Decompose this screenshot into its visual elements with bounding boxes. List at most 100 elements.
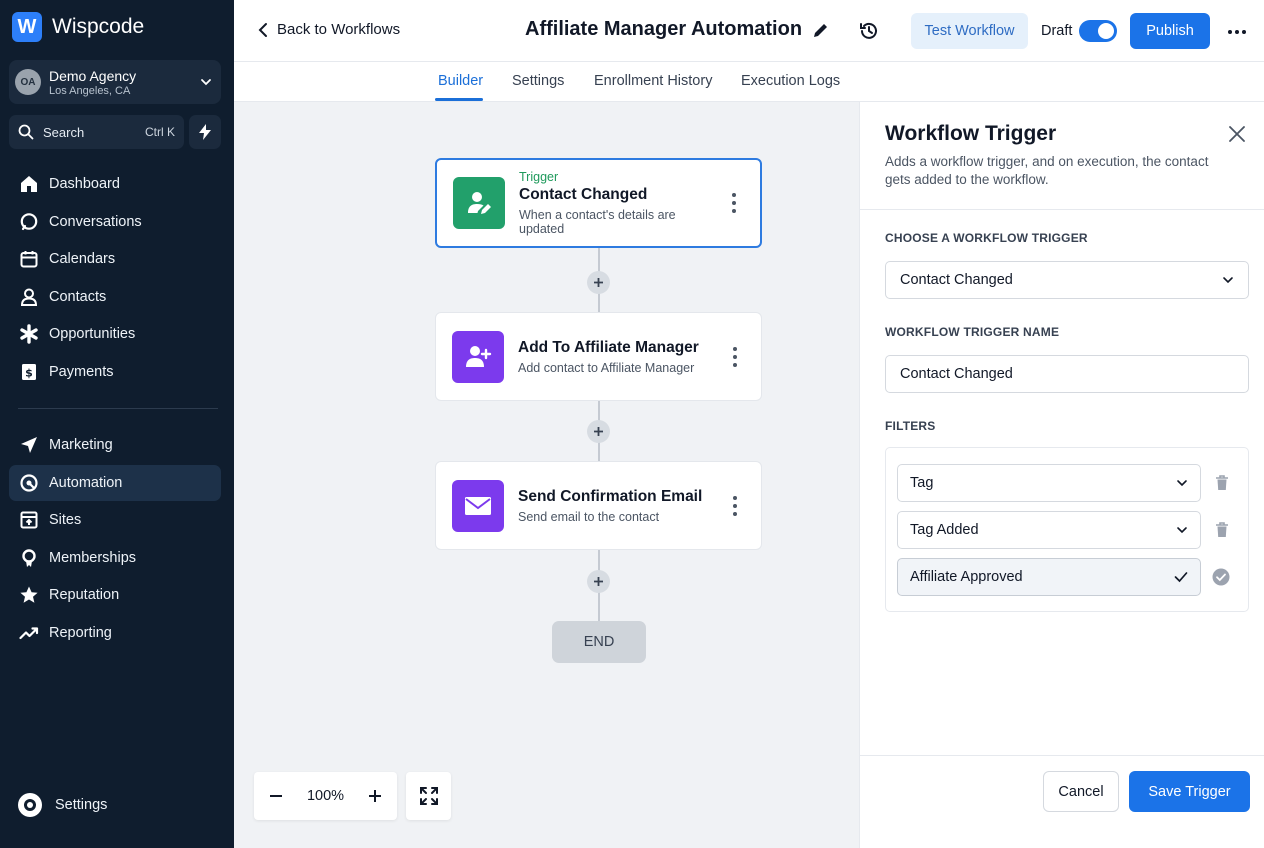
trigger-node[interactable]: Trigger Contact Changed When a contact's… [435, 158, 762, 248]
node-eyebrow: Trigger [519, 170, 559, 184]
tab-execution-logs[interactable]: Execution Logs [741, 73, 840, 89]
zoom-in-icon[interactable] [367, 788, 383, 804]
end-node: END [552, 621, 646, 663]
history-icon[interactable] [858, 20, 880, 42]
trigger-type-value: Contact Changed [900, 272, 1013, 288]
plus-icon [594, 427, 603, 436]
chevron-down-icon [1177, 527, 1187, 534]
back-label: Back to Workflows [277, 21, 401, 38]
sidebar-item-sites[interactable]: Sites [9, 502, 221, 538]
sidebar-item-contacts[interactable]: Contacts [9, 279, 221, 315]
tab-enrollment-history[interactable]: Enrollment History [594, 73, 712, 89]
check-circle-icon[interactable] [1212, 568, 1230, 586]
trash-icon[interactable] [1215, 522, 1229, 538]
sidebar-item-label: Memberships [49, 549, 137, 566]
automation-icon [18, 472, 40, 494]
brand-name: Wispcode [52, 15, 145, 38]
sidebar-item-calendars[interactable]: Calendars [9, 241, 221, 277]
send-icon [18, 434, 40, 456]
search-button[interactable]: Search Ctrl K [9, 115, 184, 149]
add-step-button[interactable] [587, 271, 610, 294]
node-subtitle: When a contact's details are updated [519, 208, 676, 236]
add-step-button[interactable] [587, 420, 610, 443]
chevron-down-icon [201, 79, 211, 86]
sidebar-item-memberships[interactable]: Memberships [9, 540, 221, 576]
trigger-type-select[interactable]: Contact Changed [885, 261, 1249, 299]
tab-settings[interactable]: Settings [512, 73, 564, 89]
choose-trigger-label: CHOOSE A WORKFLOW TRIGGER [885, 231, 1088, 245]
sidebar-item-label: Sites [49, 512, 82, 529]
sidebar-item-label: Marketing [49, 437, 113, 453]
brand[interactable]: W Wispcode [12, 12, 144, 42]
check-icon [1174, 572, 1188, 583]
filters-label: FILTERS [885, 419, 936, 433]
filter-value-select[interactable]: Affiliate Approved [897, 558, 1201, 596]
sidebar-item-settings[interactable]: Settings [16, 791, 107, 819]
gear-icon [18, 793, 42, 817]
trend-icon [18, 622, 40, 644]
bolt-icon [199, 124, 211, 140]
fit-to-screen-button[interactable] [406, 772, 451, 820]
active-tab-indicator [435, 98, 483, 101]
trash-icon[interactable] [1215, 475, 1229, 491]
asterisk-icon [18, 323, 40, 345]
zoom-level: 100% [306, 788, 345, 804]
sidebar-item-label: Settings [55, 797, 108, 813]
node-menu-icon[interactable] [722, 193, 746, 213]
more-options-icon[interactable] [1227, 22, 1247, 42]
filter-condition-select[interactable]: Tag Added [897, 511, 1201, 549]
sidebar-item-opportunities[interactable]: Opportunities [9, 316, 221, 352]
calendar-icon [18, 248, 40, 270]
sidebar-item-label: Contacts [49, 288, 107, 305]
workflow-title: Affiliate Manager Automation [525, 18, 830, 41]
save-trigger-button[interactable]: Save Trigger [1129, 771, 1250, 812]
sidebar-item-marketing[interactable]: Marketing [9, 427, 221, 463]
brand-logo-icon: W [12, 12, 42, 42]
user-edit-icon [453, 177, 505, 229]
trigger-name-value: Contact Changed [900, 366, 1013, 382]
tab-bar: Builder Settings Enrollment History Exec… [234, 62, 1264, 102]
trigger-name-label: WORKFLOW TRIGGER NAME [885, 325, 1060, 339]
search-label: Search [43, 124, 85, 140]
zoom-out-icon[interactable] [268, 788, 284, 804]
add-step-button[interactable] [587, 570, 610, 593]
action-node[interactable]: Send Confirmation Email Send email to th… [435, 461, 762, 550]
node-menu-icon[interactable] [723, 495, 747, 516]
sidebar-item-label: Opportunities [49, 326, 136, 343]
sidebar: W Wispcode OA Demo Agency Los Angeles, C… [0, 0, 234, 848]
trigger-panel: Workflow Trigger Adds a workflow trigger… [859, 102, 1264, 848]
sidebar-item-reputation[interactable]: Reputation [9, 577, 221, 613]
quick-action-button[interactable] [189, 115, 221, 149]
filter-value: Affiliate Approved [910, 569, 1023, 585]
top-header: Back to Workflows Affiliate Manager Auto… [234, 0, 1264, 62]
account-switcher[interactable]: OA Demo Agency Los Angeles, CA [9, 60, 221, 104]
node-menu-icon[interactable] [723, 346, 747, 367]
workflow-title-text: Affiliate Manager Automation [525, 18, 803, 40]
publish-button[interactable]: Publish [1130, 13, 1210, 49]
sidebar-item-conversations[interactable]: Conversations [9, 204, 221, 240]
back-to-workflows-link[interactable]: Back to Workflows [256, 21, 400, 38]
sidebar-item-payments[interactable]: $ Payments [9, 354, 221, 390]
test-workflow-button[interactable]: Test Workflow [911, 13, 1028, 49]
pencil-icon[interactable] [812, 21, 830, 39]
sidebar-item-reporting[interactable]: Reporting [9, 615, 221, 651]
trigger-name-input[interactable]: Contact Changed [885, 355, 1249, 393]
tab-builder[interactable]: Builder [438, 73, 483, 89]
cancel-button[interactable]: Cancel [1043, 771, 1119, 812]
draft-toggle[interactable] [1079, 20, 1117, 42]
sidebar-item-automation[interactable]: Automation [9, 464, 221, 501]
account-location: Los Angeles, CA [49, 84, 131, 97]
star-icon [18, 584, 40, 606]
sidebar-item-dashboard[interactable]: Dashboard [9, 166, 221, 202]
sidebar-item-label: Reputation [49, 587, 120, 604]
close-icon[interactable] [1229, 126, 1245, 142]
user-plus-icon [452, 330, 504, 383]
user-icon [18, 286, 40, 308]
chat-icon [18, 211, 40, 233]
filter-field-select[interactable]: Tag [897, 464, 1201, 502]
action-node[interactable]: Add To Affiliate Manager Add contact to … [435, 312, 762, 401]
node-subtitle: Add contact to Affiliate Manager [518, 360, 695, 375]
sidebar-item-label: Dashboard [49, 176, 120, 192]
panel-description: Adds a workflow trigger, and on executio… [885, 154, 1209, 187]
node-subtitle: Send email to the contact [518, 509, 660, 524]
